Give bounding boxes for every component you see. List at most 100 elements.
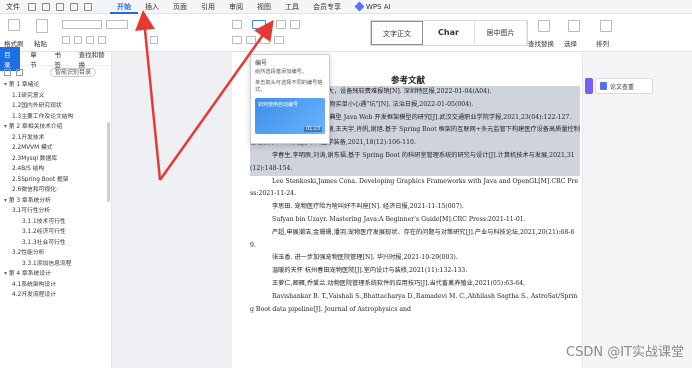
watermark: CSDN @IT实战课堂 <box>566 345 684 360</box>
nav-tab-sections[interactable]: 章节 <box>28 49 44 69</box>
outline-item[interactable]: 4.2开发流程设计 <box>0 290 111 301</box>
outline-item[interactable]: 3.3.1添加信息流程 <box>0 259 111 270</box>
outline-item[interactable]: 3.1.2经济可行性 <box>0 227 111 238</box>
reference-entry[interactable]: 李思田. 宠物医疗险为啥叫好不叫座[N]. 经济日报,2021-11-15(00… <box>250 201 580 214</box>
document-canvas: 参考文献 …宠物诊疗价格差异大，设备残较费难报销[N]. 深圳特区报,2022-… <box>112 52 584 368</box>
ribbon-tabs: 开始 插入 页面 引用 审阅 视图 工具 会员专享 <box>110 0 348 14</box>
align-right-icon[interactable] <box>260 36 270 44</box>
tab-member[interactable]: 会员专享 <box>306 0 348 14</box>
open-icon[interactable] <box>42 2 50 11</box>
undo-icon[interactable] <box>70 2 78 11</box>
format-painter-icon[interactable] <box>8 19 20 31</box>
font-size-select[interactable] <box>106 20 128 29</box>
nav-tab-find-replace[interactable]: 查找和替换 <box>77 49 111 69</box>
underline-icon[interactable] <box>86 36 94 44</box>
reference-entry[interactable]: 温暖的天怀 杭州春田宠物医院[J].室内设计与装修,2021(11):132-1… <box>250 265 580 278</box>
outline-item[interactable]: 3.2性能分析 <box>0 248 111 259</box>
reference-entry[interactable]: Ravishankar B. T.,Vaishali S.,Bhattachar… <box>250 291 580 317</box>
outdent-icon[interactable] <box>276 20 286 29</box>
strikethrough-icon[interactable] <box>98 36 106 44</box>
reference-entry[interactable]: 李春生,李明辰,刘涛,谢东福.基于 Spring Boot 的科研室管理系统的研… <box>250 149 580 176</box>
outline-item[interactable]: 3.1可行性分析 <box>0 206 111 217</box>
reference-entry[interactable]: 张玉香. 进一步加强宠物医院管理[N]. 华兴时报,2021-10-29(003… <box>250 252 580 265</box>
outline-item[interactable]: 2.4B/S 结构 <box>0 164 111 175</box>
wps-ai-icon <box>354 1 365 12</box>
find-replace-label[interactable]: 查找替换 <box>528 38 554 48</box>
nav-tab-toc[interactable]: 目录 <box>0 46 21 71</box>
outline-item[interactable]: 2.6微信和可视化: <box>0 185 111 196</box>
redo-icon[interactable] <box>84 2 92 11</box>
bold-icon[interactable] <box>62 36 70 44</box>
outline-item[interactable]: 2.1开发技术 <box>0 133 111 144</box>
select-label[interactable]: 选择 <box>564 38 577 48</box>
file-menu[interactable]: 文件 <box>6 2 20 12</box>
print-icon[interactable] <box>56 2 64 11</box>
style-char[interactable]: Char <box>423 21 475 45</box>
expand-icon[interactable] <box>4 68 11 76</box>
font-name-select[interactable] <box>62 20 102 29</box>
numbering-tooltip: 编号 给所选段落添加编号。 单击箭头可选择不同的编号格式。 如何使用自动编号 0… <box>250 54 330 144</box>
outline-item[interactable]: 第 3 章系统分析 <box>0 196 111 207</box>
justify-icon[interactable] <box>274 36 284 44</box>
reference-entry[interactable]: 王萝仁,卿雁,乔爱兰.动物医院管理系统软件的应用技巧[J].当代畜禽养殖业,20… <box>250 278 580 291</box>
style-gallery: 文字正文 Char 居中图片 <box>370 20 528 46</box>
style-normal[interactable]: 文字正文 <box>371 21 423 45</box>
select-icon[interactable] <box>568 20 580 32</box>
tab-references[interactable]: 引用 <box>194 0 222 14</box>
tab-tools[interactable]: 工具 <box>278 0 306 14</box>
outline-list: 第 1 章绪论1.1研究意义1.2国内外研究现状1.3主要工作及论文结构第 2 … <box>0 78 111 301</box>
outline-item[interactable]: 2.2MVVM 模式 <box>0 143 111 154</box>
tutorial-video[interactable]: 如何使用自动编号 01:23 <box>255 97 325 134</box>
menu-bar: 文件 开始 插入 页面 引用 审阅 视图 工具 会员专享 WPS AI <box>0 0 692 14</box>
bullet-list-icon[interactable] <box>232 20 242 29</box>
tab-insert[interactable]: 插入 <box>138 0 166 14</box>
outline-item[interactable]: 第 4 章系统设计 <box>0 269 111 280</box>
tab-page[interactable]: 页面 <box>166 0 194 14</box>
align-left-icon[interactable] <box>232 36 242 44</box>
outline-item[interactable]: 1.3主要工作及论文结构 <box>0 112 111 123</box>
collapse-icon[interactable] <box>16 68 23 76</box>
tab-home[interactable]: 开始 <box>110 0 138 14</box>
navigation-pane: 目录 章节 书签 查找和替换 智能识别目录 第 1 章绪论1.1研究意义1.2国… <box>0 46 112 368</box>
reference-entry[interactable]: 严超,申展潮洁,金珊珊,潘羽.宠物医疗发展现状、存在的问题与对策研究[J].产业… <box>250 227 580 253</box>
tab-review[interactable]: 审阅 <box>222 0 250 14</box>
panel-toggle-icon[interactable] <box>585 78 593 94</box>
wps-ai-button[interactable]: WPS AI <box>354 1 391 12</box>
outline-item[interactable]: 第 1 章绪论 <box>0 80 111 91</box>
arrange-icon[interactable] <box>600 20 612 32</box>
find-replace-icon[interactable] <box>538 20 550 32</box>
paste-icon[interactable] <box>36 19 48 33</box>
outline-item[interactable]: 1.2国内外研究现状 <box>0 101 111 112</box>
italic-icon[interactable] <box>74 36 82 44</box>
smart-toc-button[interactable]: 智能识别目录 <box>50 67 97 77</box>
outline-item[interactable]: 2.3Mysql 数据库 <box>0 154 111 165</box>
ribbon-toolbar: 格式刷 粘贴 文字正文 Char 居中图片 查找替换 选择 排列 <box>0 14 692 52</box>
tooltip-desc-2: 单击箭头可选择不同的编号格式。 <box>255 79 323 94</box>
video-duration: 01:23 <box>304 126 322 132</box>
indent-icon[interactable] <box>290 20 300 29</box>
quick-access-toolbar <box>28 2 92 11</box>
nav-tab-bookmarks[interactable]: 书签 <box>52 49 68 69</box>
sidebar-scrollbar[interactable] <box>107 122 110 202</box>
style-center-image[interactable]: 居中图片 <box>475 21 527 45</box>
font-color-icon[interactable] <box>150 36 158 44</box>
tooltip-desc-1: 给所选段落添加编号。 <box>255 69 307 75</box>
reference-entry[interactable]: Lee Stenkoski,James Cona. Developing Gra… <box>250 176 580 202</box>
paper-check-icon <box>600 82 607 90</box>
arrange-label[interactable]: 排列 <box>596 38 609 48</box>
align-center-icon[interactable] <box>246 36 256 44</box>
outline-item[interactable]: 1.1研究意义 <box>0 91 111 102</box>
paper-check-card[interactable]: 论文查重 <box>595 78 653 94</box>
outline-item[interactable]: 3.1.1技术可行性 <box>0 217 111 228</box>
right-panel: 论文查重 <box>582 52 692 368</box>
outline-item[interactable]: 3.1.3社会可行性 <box>0 238 111 249</box>
numbered-list-icon[interactable] <box>252 20 266 29</box>
paste-label[interactable]: 粘贴 <box>34 38 47 48</box>
outline-item[interactable]: 4.1系统架构设计 <box>0 280 111 291</box>
outline-item[interactable]: 2.5Spring Boot 框架 <box>0 175 111 186</box>
outline-item[interactable]: 第 2 章相关技术介绍 <box>0 122 111 133</box>
tab-view[interactable]: 视图 <box>250 0 278 14</box>
save-icon[interactable] <box>28 2 36 11</box>
paper-check-label: 论文查重 <box>610 83 635 91</box>
reference-entry[interactable]: Sufyan bin Uzayr. Mastering Java:A Begin… <box>250 214 580 227</box>
